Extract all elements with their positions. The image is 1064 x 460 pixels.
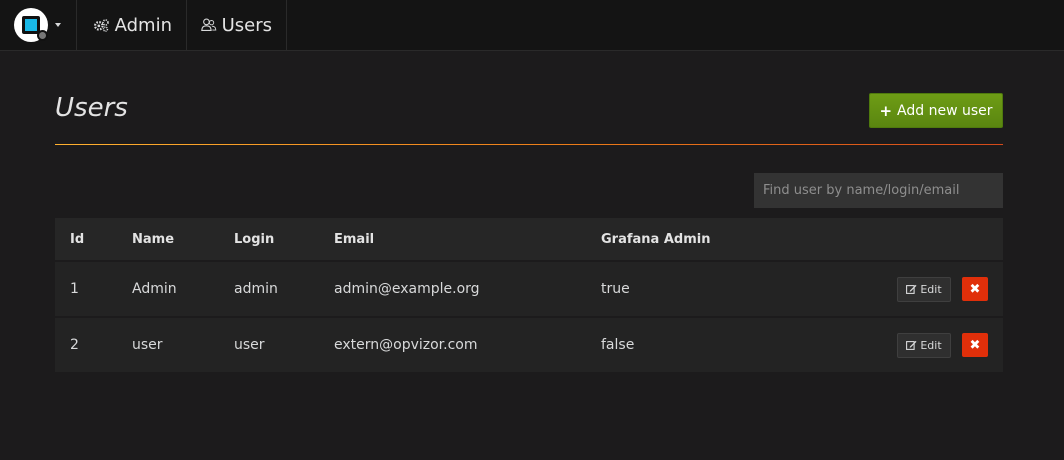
edit-icon: [906, 284, 917, 294]
edit-label: Edit: [920, 338, 942, 352]
table-row: 2 user user extern@opvizor.com false Edi…: [55, 318, 1003, 372]
column-header-grafana-admin: Grafana Admin: [601, 231, 711, 247]
column-header-email: Email: [334, 231, 375, 247]
title-divider: [55, 144, 1003, 145]
cell-email: admin@example.org: [334, 281, 480, 297]
breadcrumb-admin-label: Admin: [114, 14, 172, 36]
edit-icon: [906, 340, 917, 350]
cell-grafana-admin: true: [601, 281, 630, 297]
column-header-id: Id: [70, 231, 85, 247]
breadcrumb-users-label: Users: [221, 14, 272, 36]
close-icon: ✖: [969, 281, 981, 297]
column-header-name: Name: [132, 231, 175, 247]
caret-down-icon: [55, 23, 61, 27]
users-table: Id Name Login Email Grafana Admin 1 Admi…: [55, 218, 1003, 372]
page-title: Users: [55, 93, 128, 123]
app-logo-menu[interactable]: [0, 0, 77, 50]
logo-icon: [14, 8, 48, 42]
user-search-input[interactable]: [754, 173, 1003, 208]
cell-name: user: [132, 337, 163, 353]
gears-icon: [93, 19, 109, 32]
breadcrumb-users[interactable]: Users: [187, 0, 287, 50]
delete-user-button[interactable]: ✖: [962, 333, 988, 357]
cell-login: user: [234, 337, 265, 353]
top-navbar: Admin Users: [0, 0, 1064, 51]
edit-user-button[interactable]: Edit: [897, 332, 951, 358]
users-icon: [201, 18, 217, 32]
cell-name: Admin: [132, 281, 177, 297]
cell-login: admin: [234, 281, 278, 297]
add-new-user-label: Add new user: [897, 102, 993, 119]
cell-id: 2: [70, 337, 79, 353]
breadcrumb-admin[interactable]: Admin: [77, 0, 187, 50]
add-new-user-button[interactable]: + Add new user: [869, 93, 1003, 128]
column-header-login: Login: [234, 231, 275, 247]
delete-user-button[interactable]: ✖: [962, 277, 988, 301]
cell-email: extern@opvizor.com: [334, 337, 478, 353]
cell-grafana-admin: false: [601, 337, 635, 353]
table-header: Id Name Login Email Grafana Admin: [55, 218, 1003, 260]
edit-user-button[interactable]: Edit: [897, 276, 951, 302]
plus-icon: +: [879, 101, 893, 120]
cell-id: 1: [70, 281, 79, 297]
close-icon: ✖: [969, 337, 981, 353]
edit-label: Edit: [920, 282, 942, 296]
table-row: 1 Admin admin admin@example.org true Edi…: [55, 262, 1003, 316]
